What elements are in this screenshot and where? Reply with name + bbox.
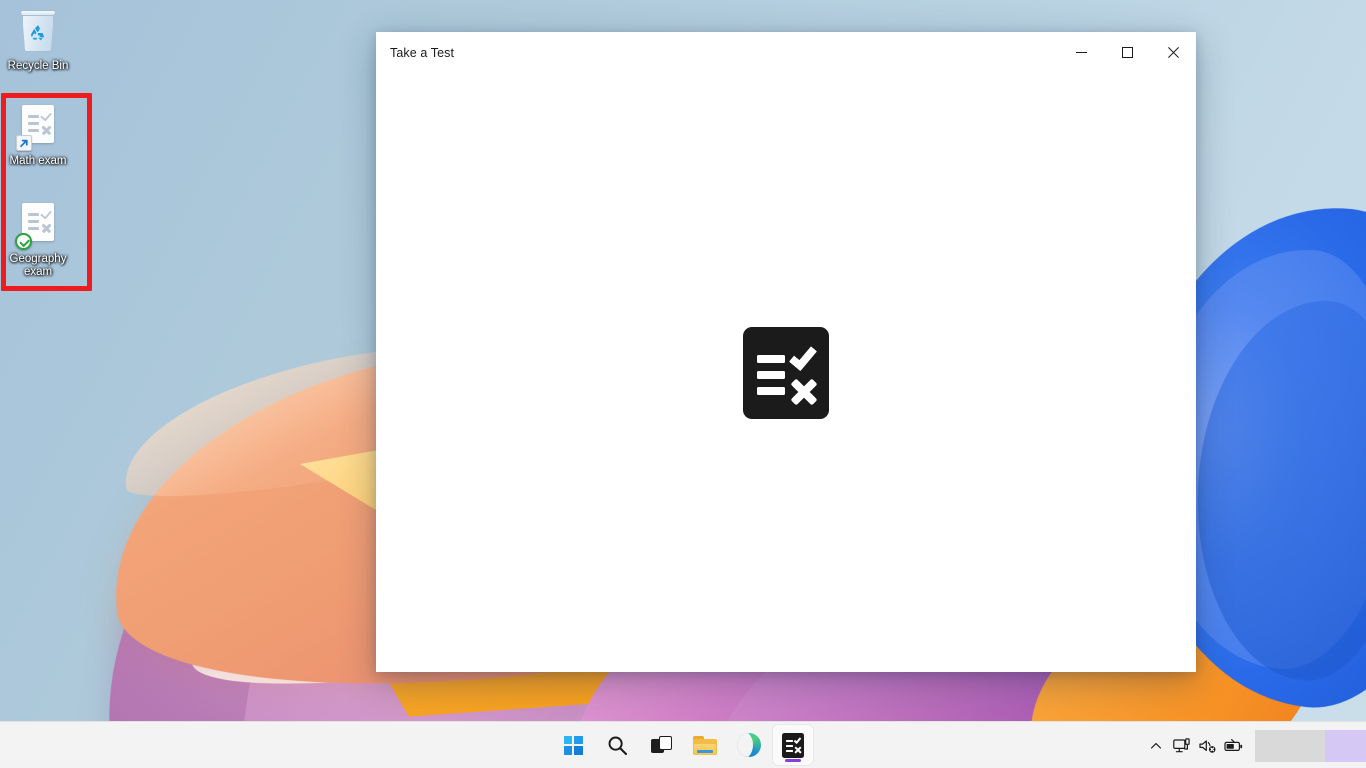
speaker-muted-icon	[1199, 738, 1217, 754]
desktop-icon-math-exam[interactable]: Math exam	[0, 103, 76, 168]
desktop-icon-label: Math exam	[0, 155, 76, 168]
recycle-bin-icon	[14, 8, 62, 56]
exam-document-icon	[14, 201, 62, 249]
desktop-icon-recycle-bin[interactable]: Recycle Bin	[0, 8, 76, 73]
system-tray	[1143, 722, 1366, 768]
exam-document-icon	[14, 103, 62, 151]
close-button[interactable]	[1150, 32, 1196, 73]
battery-icon	[1224, 738, 1244, 754]
maximize-button[interactable]	[1104, 32, 1150, 73]
file-explorer-button[interactable]	[685, 725, 725, 765]
desktop-icon-label: Recycle Bin	[0, 60, 76, 73]
folder-icon	[693, 736, 717, 755]
taskbar-center-group	[553, 725, 813, 765]
task-view-icon	[651, 736, 672, 754]
battery-button[interactable]	[1221, 729, 1247, 763]
take-a-test-window: Take a Test	[376, 32, 1196, 672]
clock-redacted-block[interactable]	[1255, 730, 1325, 762]
search-icon	[607, 735, 628, 756]
edge-button[interactable]	[729, 725, 769, 765]
window-title-bar[interactable]: Take a Test	[376, 32, 1196, 73]
edge-icon	[737, 733, 761, 757]
search-button[interactable]	[597, 725, 637, 765]
take-a-test-logo-icon	[743, 327, 829, 419]
window-controls	[1058, 32, 1196, 73]
network-monitor-icon	[1173, 738, 1191, 754]
desktop-icon-label: Geography exam	[0, 253, 76, 279]
take-a-test-icon	[782, 733, 804, 758]
window-title: Take a Test	[390, 46, 454, 60]
task-view-button[interactable]	[641, 725, 681, 765]
volume-button[interactable]	[1195, 729, 1221, 763]
shortcut-arrow-badge-icon	[16, 135, 32, 151]
active-app-indicator	[785, 759, 801, 762]
tray-redacted-block[interactable]	[1325, 730, 1366, 762]
show-hidden-icons-button[interactable]	[1143, 729, 1169, 763]
network-button[interactable]	[1169, 729, 1195, 763]
desktop-icon-geography-exam[interactable]: Geography exam	[0, 201, 76, 279]
onedrive-synced-check-badge-icon	[15, 233, 32, 250]
windows-logo-icon	[564, 736, 583, 755]
taskbar	[0, 721, 1366, 768]
start-button[interactable]	[553, 725, 593, 765]
window-content-area	[376, 73, 1196, 672]
chevron-up-icon	[1150, 740, 1162, 752]
minimize-button[interactable]	[1058, 32, 1104, 73]
desktop-screen: Recycle Bin Math exam Geography exam	[0, 0, 1366, 768]
take-a-test-taskbar-button[interactable]	[773, 725, 813, 765]
